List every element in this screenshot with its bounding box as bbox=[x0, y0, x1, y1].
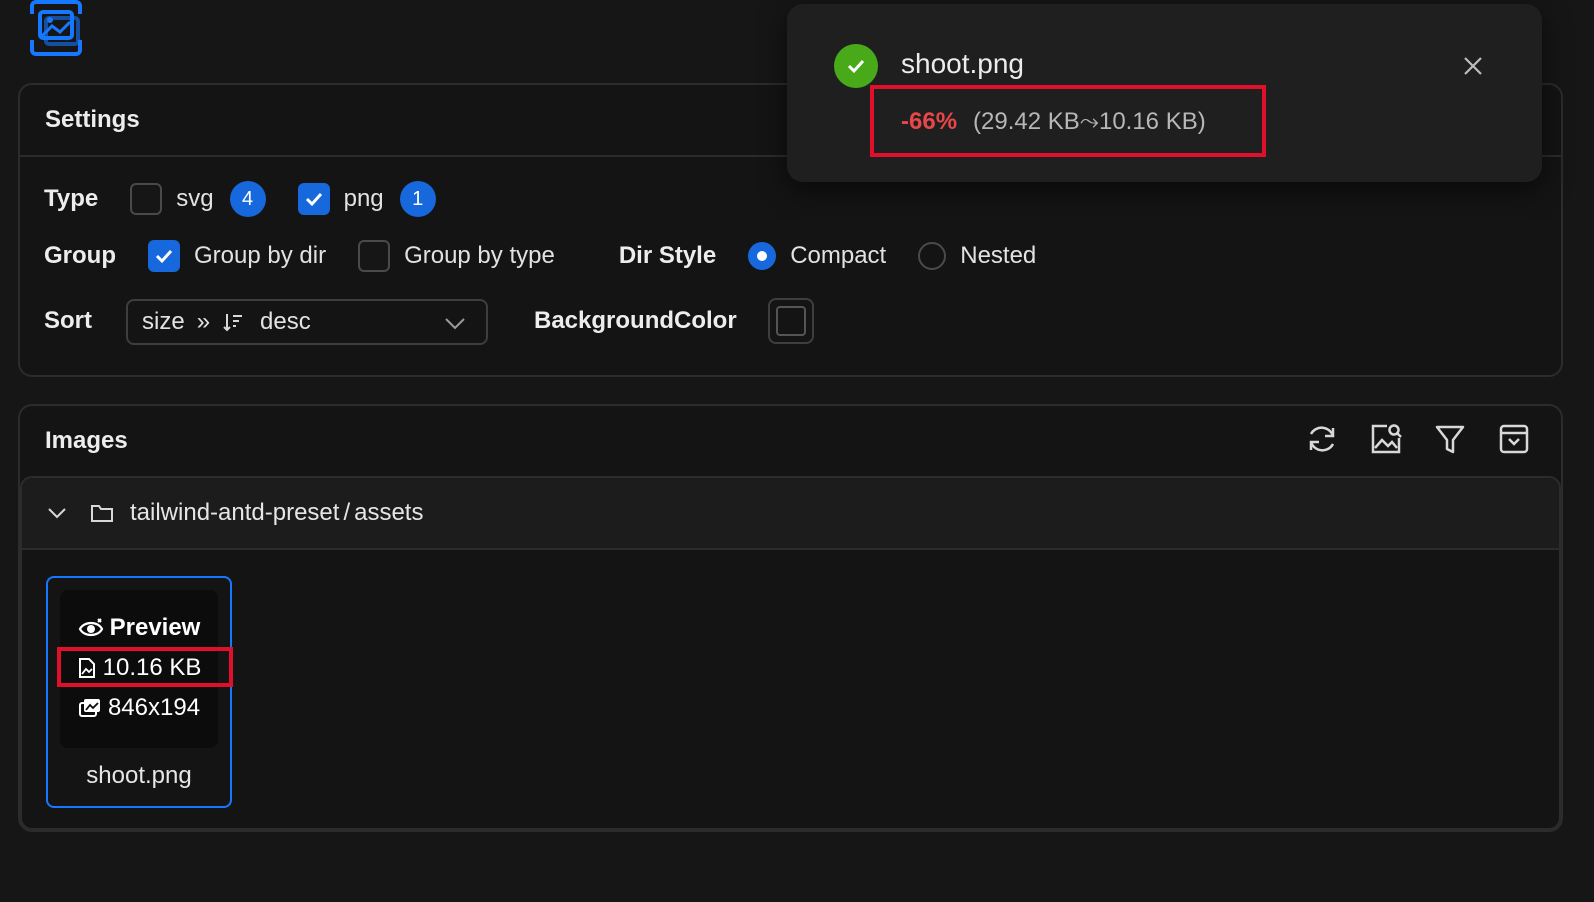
group-by-dir-checkbox[interactable] bbox=[148, 240, 180, 272]
dir-style-label: Dir Style bbox=[618, 242, 717, 269]
images-toolbar bbox=[1303, 420, 1533, 458]
close-icon bbox=[1464, 57, 1482, 75]
size-change-highlight bbox=[870, 85, 1266, 157]
group-path-separator: / bbox=[343, 499, 351, 526]
sort-desc-icon bbox=[222, 311, 244, 333]
background-color-picker[interactable] bbox=[768, 298, 814, 344]
image-name: shoot.png bbox=[86, 762, 192, 789]
group-header[interactable]: tailwind-antd-preset / assets bbox=[22, 478, 1559, 550]
image-group: tailwind-antd-preset / assets Preview 10… bbox=[20, 476, 1561, 830]
png-checkbox[interactable] bbox=[297, 183, 330, 215]
nested-radio[interactable] bbox=[918, 242, 947, 270]
chevron-down-icon bbox=[444, 312, 466, 334]
dimensions-row: 846x194 bbox=[60, 694, 218, 722]
background-color-label: BackgroundColor bbox=[534, 307, 737, 334]
app-logo-icon bbox=[26, 0, 86, 56]
svg-count-badge: 4 bbox=[229, 181, 266, 217]
compact-radio[interactable] bbox=[748, 242, 777, 270]
sort-separator: » bbox=[196, 308, 211, 335]
group-path-prefix: tailwind-antd-preset bbox=[130, 499, 340, 526]
chevron-down-icon[interactable] bbox=[46, 502, 68, 524]
sort-label: Sort bbox=[44, 307, 92, 334]
filter-button[interactable] bbox=[1431, 420, 1469, 458]
file-size-highlight bbox=[57, 647, 233, 687]
bg-color-label-wrap: BackgroundColor bbox=[534, 307, 737, 335]
collapse-all-button[interactable] bbox=[1495, 420, 1533, 458]
preview-label: Preview bbox=[109, 614, 201, 641]
refresh-button[interactable] bbox=[1303, 420, 1341, 458]
sort-field: size bbox=[142, 308, 185, 335]
preview-button[interactable]: Preview bbox=[60, 614, 218, 642]
nested-label: Nested bbox=[960, 242, 1037, 269]
sort-order: desc bbox=[260, 308, 311, 335]
svg-option-label: svg bbox=[176, 185, 214, 212]
png-option-label: png bbox=[343, 185, 384, 212]
type-row: Type svg 4 png 1 bbox=[44, 181, 436, 217]
group-row: Group Group by dir Group by type Dir Sty… bbox=[44, 240, 1036, 272]
type-label: Type bbox=[44, 185, 99, 212]
image-card[interactable]: Preview 10.16 KB 846x194 shoot.png bbox=[46, 576, 232, 808]
eye-icon bbox=[78, 618, 103, 637]
notification-title: shoot.png bbox=[901, 48, 1024, 79]
group-path-suffix: assets bbox=[354, 499, 424, 526]
group-by-dir-label: Group by dir bbox=[194, 242, 327, 269]
svg-checkbox[interactable] bbox=[130, 183, 163, 215]
folder-icon bbox=[90, 502, 114, 524]
color-swatch bbox=[776, 306, 806, 336]
compact-label: Compact bbox=[790, 242, 887, 269]
pictures-icon bbox=[78, 699, 100, 717]
png-count-badge: 1 bbox=[399, 181, 436, 217]
close-button[interactable] bbox=[1457, 50, 1489, 82]
check-icon bbox=[305, 192, 322, 207]
group-by-type-checkbox[interactable] bbox=[358, 240, 391, 272]
group-label: Group bbox=[44, 242, 116, 269]
image-dimensions: 846x194 bbox=[107, 694, 201, 721]
group-by-type-label: Group by type bbox=[404, 242, 555, 269]
check-circle-icon bbox=[834, 44, 878, 88]
archive-icon bbox=[1499, 424, 1529, 454]
sort-label-wrap: Sort bbox=[44, 307, 92, 335]
compress-notification: shoot.png -66% (29.42 KB⤳10.16 KB) bbox=[787, 4, 1542, 182]
sort-select[interactable]: size » desc bbox=[126, 299, 488, 345]
image-search-icon bbox=[1371, 424, 1402, 454]
find-image-button[interactable] bbox=[1367, 420, 1405, 458]
images-panel: Images tailwind-antd-preset / assets Pre… bbox=[18, 404, 1563, 832]
check-icon bbox=[155, 249, 173, 264]
refresh-icon bbox=[1309, 426, 1335, 452]
filter-icon bbox=[1435, 425, 1465, 454]
